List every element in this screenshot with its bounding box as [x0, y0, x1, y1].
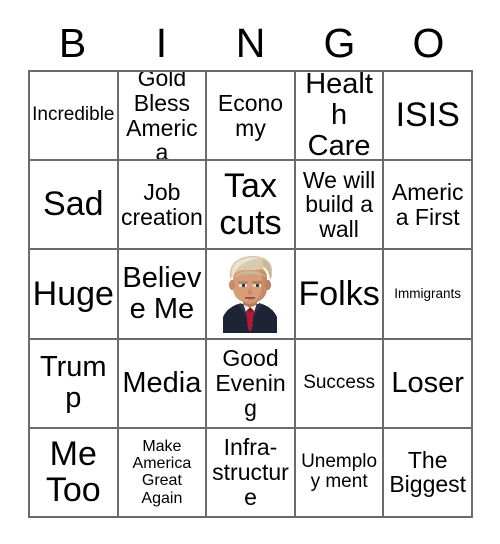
bingo-cell[interactable]: Tax cuts: [207, 161, 296, 251]
bingo-cell-label: Sad: [43, 185, 104, 224]
bingo-cell-label: ISIS: [395, 96, 460, 135]
bingo-cell[interactable]: Folks: [295, 250, 385, 340]
bingo-cell-label: Good Evening: [215, 344, 286, 421]
bingo-cell[interactable]: Success: [295, 339, 385, 429]
bingo-cell-label: Make America Great Again: [132, 437, 192, 507]
bingo-cell[interactable]: We will build a wall: [295, 161, 385, 251]
header-letter-o: O: [412, 19, 445, 66]
bingo-grid: Incredible Gold Bless America Economy He…: [28, 70, 473, 518]
bingo-cell-label: Unemploy ment: [301, 450, 378, 493]
bingo-cell[interactable]: Huge: [30, 250, 119, 340]
bingo-cell[interactable]: Incredible: [30, 72, 119, 162]
bingo-cell-label: Me Too: [45, 434, 101, 510]
bingo-cell-label: America First: [391, 178, 464, 230]
bingo-cell[interactable]: The Biggest: [384, 428, 473, 518]
bingo-cell[interactable]: Media: [118, 339, 208, 429]
header-letter-g: G: [323, 19, 356, 66]
bingo-cell-label: Success: [303, 371, 375, 393]
header-letter-b: B: [58, 19, 87, 66]
bingo-cell-label: Folks: [298, 274, 380, 313]
bingo-cell-free-space[interactable]: [207, 250, 296, 340]
bingo-header: B I N G O: [28, 18, 473, 68]
bingo-cell-label: Infra- structure: [212, 434, 289, 510]
bingo-cell[interactable]: America First: [384, 161, 473, 251]
trump-portrait-icon: [219, 254, 282, 333]
bingo-cell-label: Immigrants: [394, 285, 462, 301]
bingo-cell-label: Loser: [391, 366, 464, 399]
bingo-cell[interactable]: Job creation: [118, 161, 208, 251]
portrait-wrap: [207, 250, 294, 337]
bingo-cell[interactable]: Infra- structure: [207, 428, 296, 518]
bingo-cell[interactable]: Unemploy ment: [295, 428, 385, 518]
bingo-cell[interactable]: Me Too: [30, 428, 119, 518]
bingo-cell[interactable]: Believe Me: [118, 250, 208, 340]
header-letter-i: I: [155, 19, 168, 66]
bingo-cell-label: Huge: [32, 274, 114, 313]
bingo-cell[interactable]: Immigrants: [384, 250, 473, 340]
bingo-cell[interactable]: Good Evening: [207, 339, 296, 429]
bingo-cell[interactable]: Health Care: [295, 72, 385, 162]
bingo-cell-label: Trump: [40, 350, 107, 415]
bingo-cell-label: Believe Me: [122, 261, 202, 325]
bingo-cell[interactable]: Loser: [384, 339, 473, 429]
bingo-cell[interactable]: Sad: [30, 161, 119, 251]
bingo-cell-label: The Biggest: [389, 446, 467, 498]
bingo-cell-label: Gold Bless America: [126, 72, 198, 162]
bingo-card: B I N G O Incredible Gold Bless America …: [0, 0, 500, 544]
bingo-cell-label: Tax cuts: [219, 167, 282, 242]
bingo-cell-label: Incredible: [32, 104, 115, 126]
bingo-cell-label: Economy: [217, 89, 284, 141]
header-letter-n: N: [235, 19, 266, 66]
bingo-cell[interactable]: Trump: [30, 339, 119, 429]
bingo-cell[interactable]: Economy: [207, 72, 296, 162]
bingo-cell-label: Job creation: [120, 178, 203, 230]
bingo-cell[interactable]: Gold Bless America: [118, 72, 208, 162]
bingo-cell-label: Media: [122, 366, 202, 399]
bingo-cell-label: Health Care: [305, 72, 373, 162]
bingo-cell-label: We will build a wall: [302, 166, 376, 243]
bingo-cell[interactable]: Make America Great Again: [118, 428, 208, 518]
bingo-cell[interactable]: ISIS: [384, 72, 473, 162]
